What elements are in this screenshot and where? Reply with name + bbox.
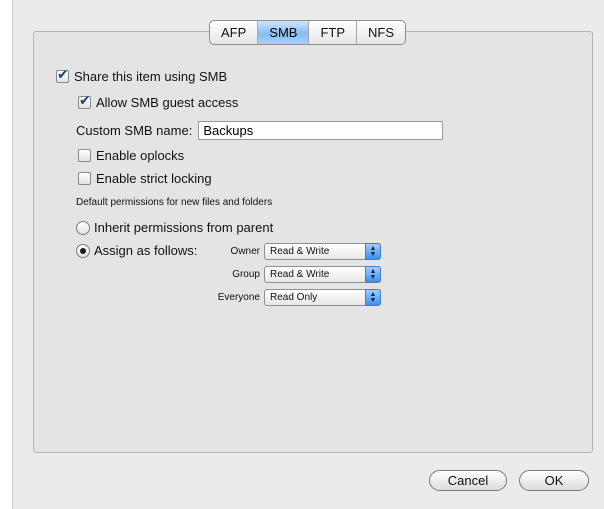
guest-row: Allow SMB guest access (78, 93, 239, 110)
owner-label: Owner (230, 246, 260, 257)
oplocks-checkbox[interactable] (78, 149, 91, 162)
assign-as-follows-label: Assign as follows: (94, 243, 198, 258)
share-smb-checkbox[interactable] (56, 67, 69, 83)
up-down-arrows-icon: ▲ ▼ (365, 289, 381, 306)
strict-locking-checkbox[interactable] (78, 172, 91, 185)
assign-row: Assign as follows: (76, 243, 197, 258)
tab-afp[interactable]: AFP (210, 21, 257, 44)
tab-ftp[interactable]: FTP (308, 21, 356, 44)
everyone-label: Everyone (217, 292, 260, 303)
owner-permission-value: Read & Write (270, 246, 330, 257)
everyone-permission-popup[interactable]: Read Only ▲ ▼ (264, 289, 381, 306)
owner-permission-popup[interactable]: Read & Write ▲ ▼ (264, 243, 381, 260)
custom-smb-name-input[interactable] (198, 121, 444, 140)
protocol-tabs: AFP SMB FTP NFS (209, 20, 407, 45)
oplocks-label: Enable oplocks (96, 148, 185, 163)
oplocks-row: Enable oplocks (78, 148, 184, 163)
strict-locking-label: Enable strict locking (96, 171, 212, 186)
guest-access-label: Allow SMB guest access (96, 95, 239, 110)
inherit-permissions-label: Inherit permissions from parent (94, 220, 274, 235)
inherit-row: Inherit permissions from parent (76, 220, 273, 235)
group-permission-row: Group Read & Write ▲ ▼ (210, 266, 381, 283)
tab-nfs[interactable]: NFS (356, 21, 405, 44)
sharing-dialog: AFP SMB FTP NFS Share this item using SM… (12, 0, 604, 509)
share-smb-label: Share this item using SMB (74, 69, 228, 84)
guest-access-checkbox[interactable] (78, 93, 91, 109)
up-down-arrows-icon: ▲ ▼ (365, 266, 381, 283)
group-permission-value: Read & Write (270, 269, 330, 280)
group-label: Group (232, 269, 260, 280)
tab-smb[interactable]: SMB (257, 21, 309, 44)
inherit-permissions-radio[interactable] (76, 220, 90, 235)
ok-button[interactable]: OK (519, 470, 589, 491)
cancel-button[interactable]: Cancel (429, 470, 507, 491)
smb-settings-panel: Share this item using SMB Allow SMB gues… (33, 31, 593, 453)
strict-locking-row: Enable strict locking (78, 171, 212, 186)
everyone-permission-row: Everyone Read Only ▲ ▼ (210, 289, 381, 306)
custom-name-row: Custom SMB name: (76, 121, 444, 140)
everyone-permission-value: Read Only (270, 292, 318, 303)
custom-smb-name-label: Custom SMB name: (76, 123, 193, 138)
default-permissions-heading: Default permissions for new files and fo… (76, 197, 273, 208)
up-down-arrows-icon: ▲ ▼ (365, 243, 381, 260)
share-row: Share this item using SMB (56, 67, 228, 84)
owner-permission-row: Owner Read & Write ▲ ▼ (210, 243, 381, 260)
assign-as-follows-radio[interactable] (76, 243, 90, 258)
group-permission-popup[interactable]: Read & Write ▲ ▼ (264, 266, 381, 283)
